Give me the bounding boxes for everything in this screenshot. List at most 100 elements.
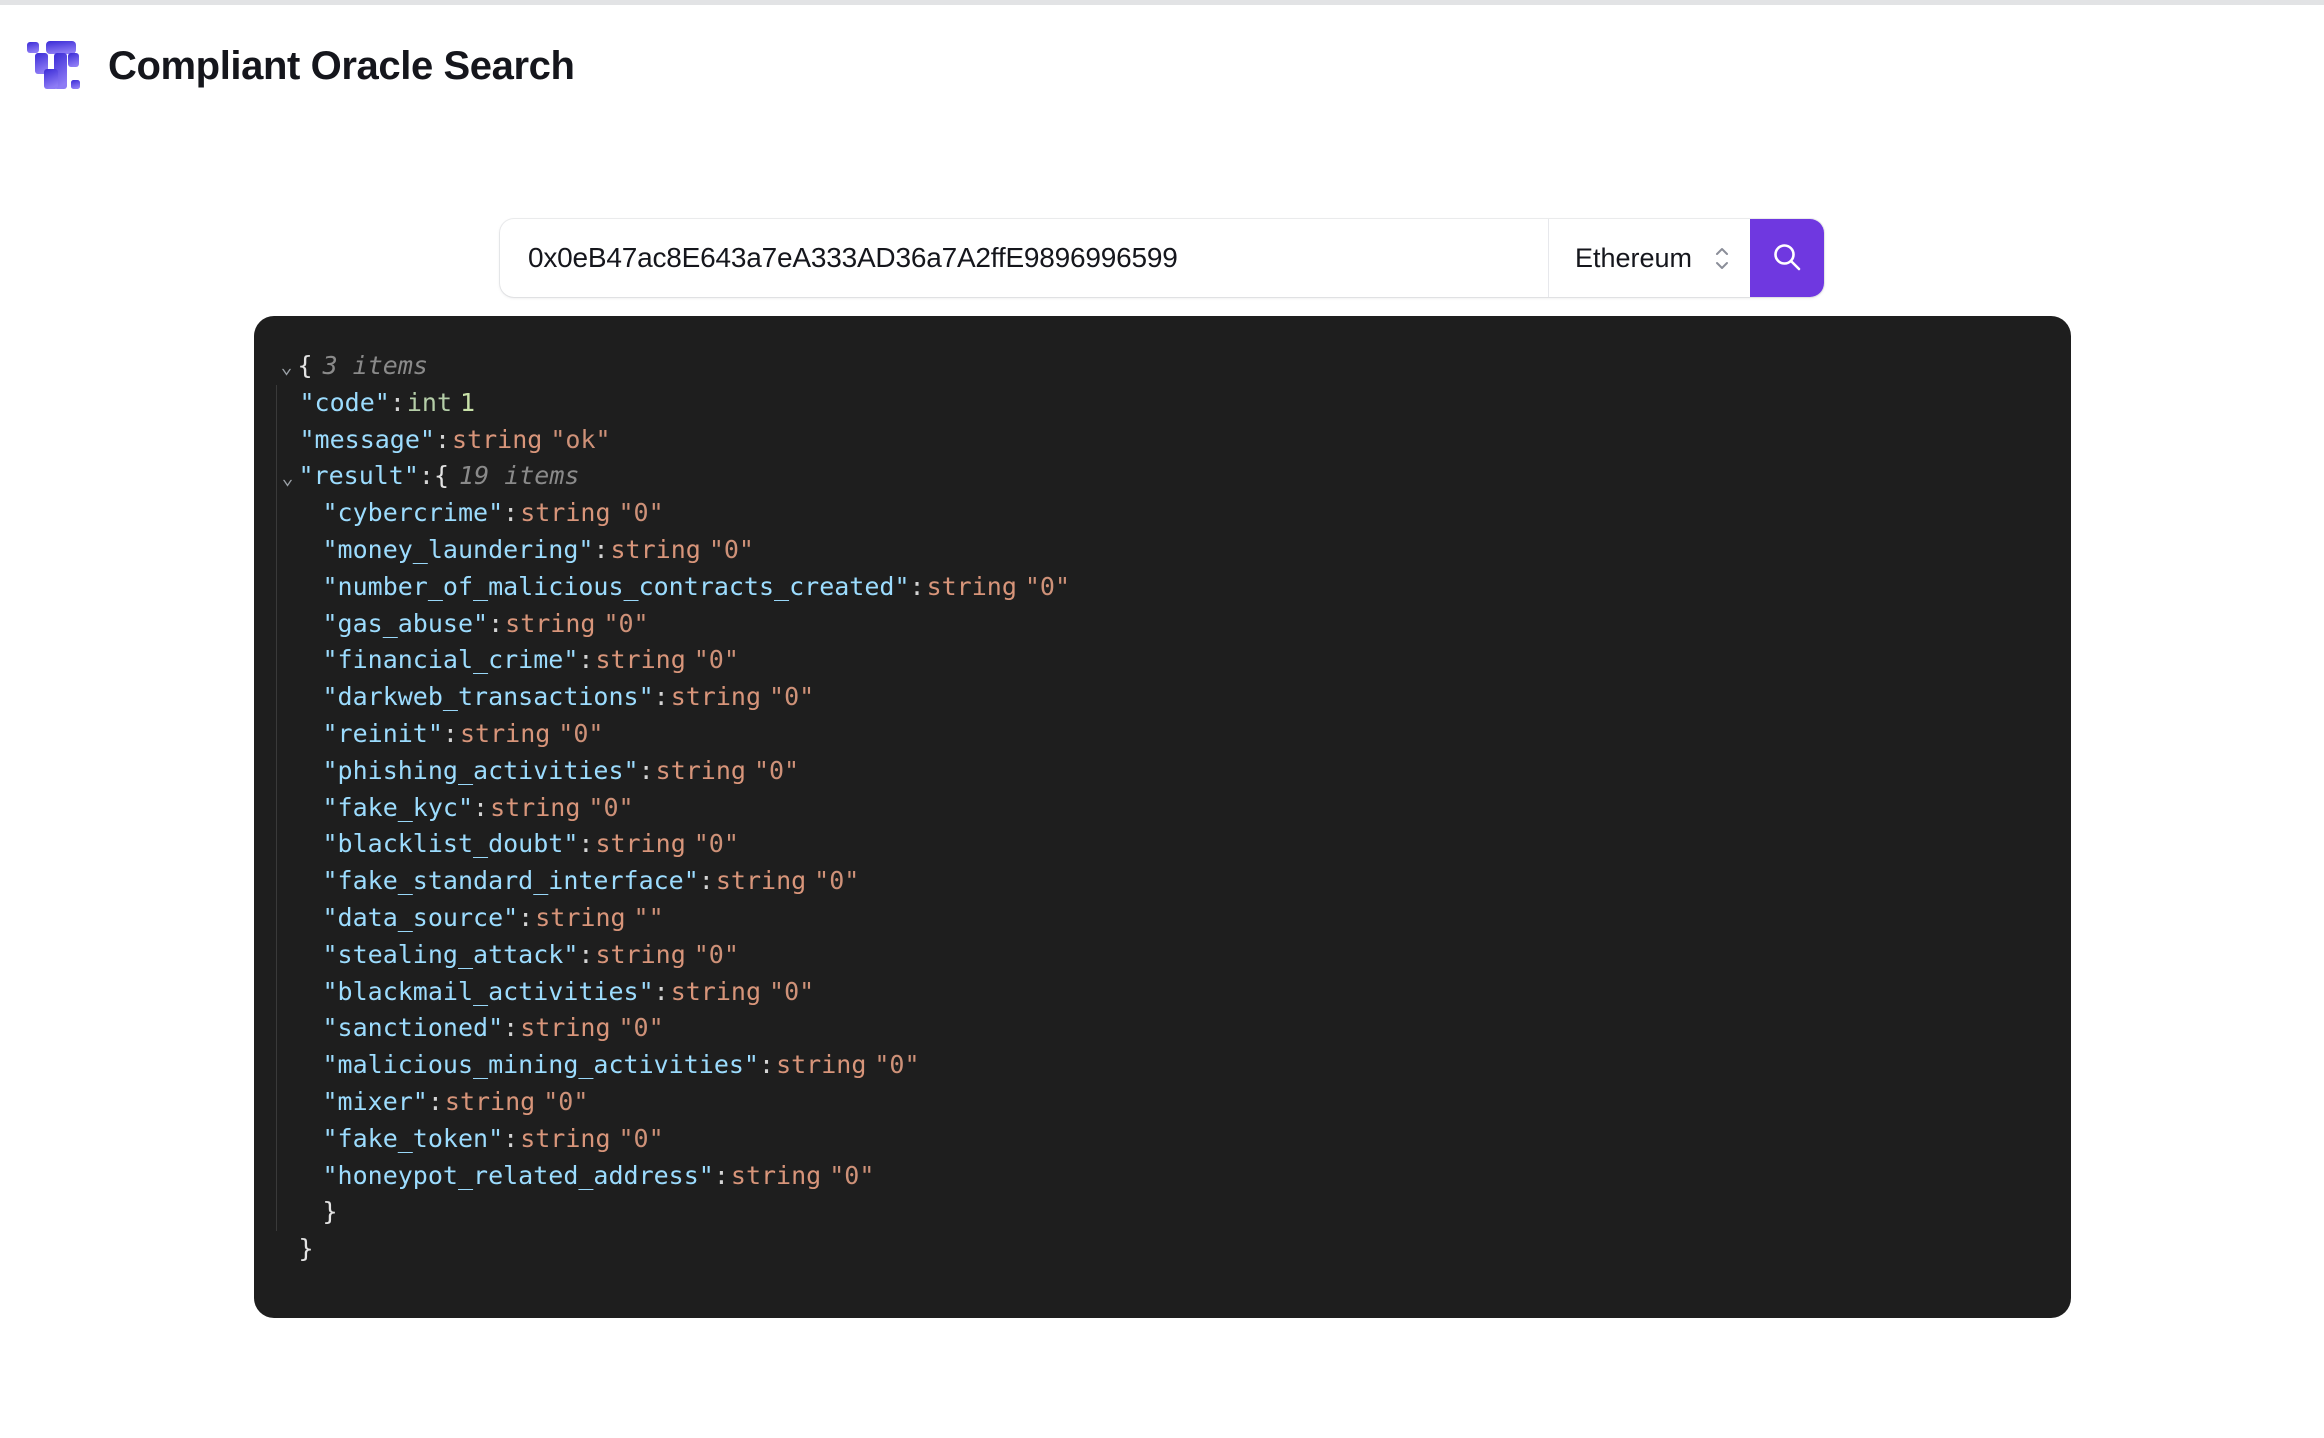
json-key: "data_source" [322,902,519,932]
json-value: "0" [618,498,664,528]
colon: : [427,1086,443,1116]
search-group: Ethereum [499,219,1825,297]
json-row-entry: "financial_crime": string "0" [254,642,2071,680]
chain-select-label: Ethereum [1574,242,1693,273]
json-row-entry: "number_of_malicious_contracts_created":… [254,568,2071,606]
indent-guide [275,679,277,716]
indent-guide [275,642,277,680]
search-button[interactable] [1750,219,1825,297]
json-type: string [490,792,581,822]
json-row-entry: "fake_kyc": string "0" [254,789,2071,827]
root-collapse-arrow[interactable]: ⌄ [276,356,298,376]
json-value: "0" [543,1086,589,1116]
json-row-entry: "sanctioned": string "0" [254,1010,2071,1048]
json-key: "reinit" [322,718,443,748]
json-value: "0" [558,718,604,748]
json-row-entry: "data_source": string "" [254,899,2071,937]
json-row-message: "message": string "ok" [254,421,2071,459]
colon: : [909,571,925,601]
json-value: "0" [618,1123,664,1153]
colon: : [503,498,519,528]
json-viewer-wrap: ⌄{3 items "code": int 1 "message": string "o… [0,316,2324,1318]
json-key: "gas_abuse" [322,608,489,638]
indent-guide [275,384,277,422]
colon: : [503,1013,519,1043]
json-type: string [520,498,611,528]
json-type-message: string [452,424,543,454]
json-row-entry: "cybercrime": string "0" [254,495,2071,532]
chevron-updown-icon [1714,247,1730,270]
json-type: string [730,1160,822,1190]
json-key-message: "message" [299,424,435,454]
json-row-entry: "malicious_mining_activities": string "0" [254,1047,2071,1084]
json-type: string [610,534,701,564]
json-value: "0" [753,755,800,785]
json-value: "0" [693,829,739,859]
json-value: "0" [708,534,754,564]
json-key: "financial_crime" [322,645,579,675]
page-title: Compliant Oracle Search [108,44,575,88]
json-key: "fake_standard_interface" [322,866,699,896]
root-item-count: 3 items [322,351,428,380]
json-row-result-close: } [254,1194,2071,1232]
json-key: "stealing_attack" [322,939,579,969]
indent-guide [275,531,277,569]
page-root: Compliant Oracle Search Ethereum [0,5,2324,1438]
json-value: "0" [693,645,739,675]
json-key: "blacklist_doubt" [322,829,579,859]
json-value: "" [633,902,664,932]
indent-guide [275,568,277,606]
json-root-row[interactable]: ⌄{3 items [254,348,2071,385]
indent-guide [275,789,277,827]
colon: : [698,866,714,896]
colon: : [418,461,434,491]
json-type: string [715,866,807,896]
json-row-entry: "stealing_attack": string "0" [254,936,2071,974]
json-type: string [535,902,626,932]
json-value: "0" [693,939,739,969]
json-row-root-close: } [254,1231,2071,1268]
json-row-entry: "blackmail_activities": string "0" [254,973,2071,1011]
json-row-entry: "fake_standard_interface": string "0" [254,863,2071,900]
indent-guide [275,973,277,1011]
colon: : [578,939,594,969]
indent-guide [275,1010,277,1048]
json-row-entry: "phishing_activities": string "0" [254,752,2071,790]
pixel-t-logo-icon [24,35,86,97]
json-type: string [776,1050,867,1080]
indent-guide [275,1157,277,1195]
colon: : [473,792,489,822]
json-key: "phishing_activities" [322,755,639,785]
result-collapse-arrow[interactable]: ⌄ [277,467,299,487]
colon: : [578,829,594,859]
indent-guide [275,863,277,900]
json-viewer[interactable]: ⌄{3 items "code": int 1 "message": string "o… [253,316,2071,1318]
json-row-entry: "honeypot_related_address": string "0" [254,1157,2071,1195]
json-type: string [459,718,551,748]
json-key: "number_of_malicious_contracts_created" [322,571,910,601]
colon: : [593,534,609,564]
json-row-entry: "darkweb_transactions": string "0" [254,679,2071,716]
json-value: "0" [769,976,815,1006]
indent-guide [275,752,277,790]
colon: : [389,387,405,417]
json-key: "cybercrime" [322,498,504,528]
indent-guide [275,1047,277,1084]
json-type: string [670,682,762,712]
result-close-brace: } [322,1197,338,1227]
root-open-brace: { [297,351,313,380]
json-type: string [520,1123,611,1153]
json-row-entry: "fake_token": string "0" [254,1120,2071,1158]
chain-select[interactable]: Ethereum [1547,219,1750,297]
json-row-code: "code": int 1 [254,384,2071,422]
colon: : [503,1123,519,1153]
json-result-entries: "cybercrime": string "0" "money_laundering"… [254,495,2071,1195]
indent-guide [275,495,277,532]
json-row-result[interactable]: ⌄ "result":{19 items [254,458,2071,496]
json-value: "0" [814,866,860,896]
app-header: Compliant Oracle Search [0,5,2324,105]
colon: : [434,424,451,454]
address-search-input[interactable] [499,219,1548,297]
colon: : [713,1160,729,1190]
json-key: "darkweb_transactions" [322,682,654,712]
